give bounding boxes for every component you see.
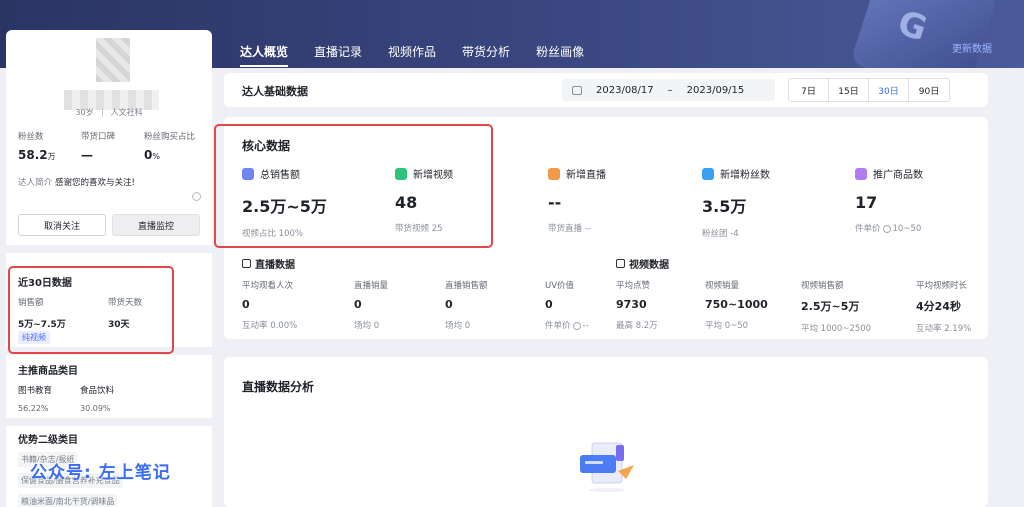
unfollow-button[interactable]: 取消关注: [18, 214, 106, 236]
live-monitor-button[interactable]: 直播监控: [112, 214, 200, 236]
range-90d[interactable]: 90日: [909, 79, 949, 101]
profile-category: 人文社科: [110, 108, 143, 117]
help-icon[interactable]: [572, 321, 581, 330]
tab-fan-profile[interactable]: 粉丝画像: [536, 43, 584, 67]
range-30d[interactable]: 30日: [869, 79, 909, 101]
highlight-box: [214, 124, 493, 248]
highlight-box: [8, 266, 174, 354]
main-tabs: 达人概览 直播记录 视频作品 带货分析 粉丝画像: [240, 43, 584, 67]
live-col-viewers: 平均观看人次 0 互动率 0.00%: [242, 281, 298, 331]
calendar-icon: [572, 85, 582, 95]
tab-live-records[interactable]: 直播记录: [314, 43, 362, 67]
category-item: 食品饮料 30.09%: [80, 386, 115, 413]
avatar: [96, 38, 130, 82]
profile-stats: 粉丝数 58.2万 带货口碑 — 粉丝购买占比 0%: [18, 130, 214, 162]
category-chip: 粮油米面/南北干货/调味品: [18, 494, 118, 507]
main-categories-title: 主推商品类目: [18, 366, 78, 377]
video-data-title: 视频数据: [616, 256, 669, 271]
metric-products: 推广商品数 17 件单价 10~50: [855, 166, 923, 234]
empty-state-icon: [580, 442, 634, 492]
expand-icon[interactable]: [192, 192, 201, 201]
live-analysis-title: 直播数据分析: [242, 380, 315, 394]
brand-decoration-icon: G: [849, 0, 999, 68]
live-icon: [548, 167, 560, 180]
date-start: 2023/08/17: [596, 84, 654, 96]
tab-overview[interactable]: 达人概览: [240, 43, 289, 67]
live-col-uv: UV价值 0 件单价 --: [545, 281, 589, 331]
stat-fan-purchase: 粉丝购买占比 0%: [144, 132, 196, 162]
date-range-picker[interactable]: 2023/08/17 – 2023/09/15: [562, 79, 775, 101]
user-icon: [702, 167, 714, 180]
profile-age: 30岁: [75, 108, 94, 117]
divider: [6, 418, 212, 426]
help-icon[interactable]: [882, 224, 891, 233]
profile-tags: 30岁 人文社科: [6, 107, 212, 118]
refresh-data-link[interactable]: 更新数据: [952, 40, 992, 55]
live-col-volume: 直播销量 0 场均 0: [354, 281, 389, 331]
live-data-icon: [242, 259, 251, 268]
live-col-sales: 直播销售额 0 场均 0: [445, 281, 488, 331]
video-col-duration: 平均视频时长 4分24秒 互动率 2.19%: [916, 281, 972, 334]
live-data-title: 直播数据: [242, 256, 295, 271]
basic-data-title: 达人基础数据: [242, 85, 308, 98]
divider: [6, 245, 212, 253]
stat-fans: 粉丝数 58.2万: [18, 132, 56, 162]
range-15d[interactable]: 15日: [829, 79, 869, 101]
metric-new-fans: 新增粉丝数 3.5万 粉丝团 -4: [702, 166, 770, 239]
tab-sales-analysis[interactable]: 带货分析: [462, 43, 510, 67]
metric-new-lives: 新增直播 -- 带货直播 --: [548, 166, 606, 234]
video-col-likes: 平均点赞 9730 最高 8.2万: [616, 281, 658, 331]
tab-videos[interactable]: 视频作品: [388, 43, 436, 67]
cart-icon: [855, 167, 867, 180]
date-end: 2023/09/15: [686, 84, 745, 96]
stat-reputation: 带货口碑 —: [81, 132, 116, 162]
category-item: 图书教育 56.22%: [18, 386, 53, 413]
video-col-sales: 视频销售额 2.5万~5万 平均 1000~2500: [801, 281, 872, 334]
range-7d[interactable]: 7日: [789, 79, 829, 101]
watermark: 公众号: 左上笔记: [30, 463, 171, 483]
profile-intro: 达人简介 感谢您的喜欢与关注!: [18, 178, 135, 188]
video-data-icon: [616, 259, 625, 268]
range-selector: 7日 15日 30日 90日: [788, 78, 950, 102]
secondary-categories-title: 优势二级类目: [18, 435, 78, 446]
video-col-volume: 视频销量 750~1000 平均 0~50: [705, 281, 768, 331]
